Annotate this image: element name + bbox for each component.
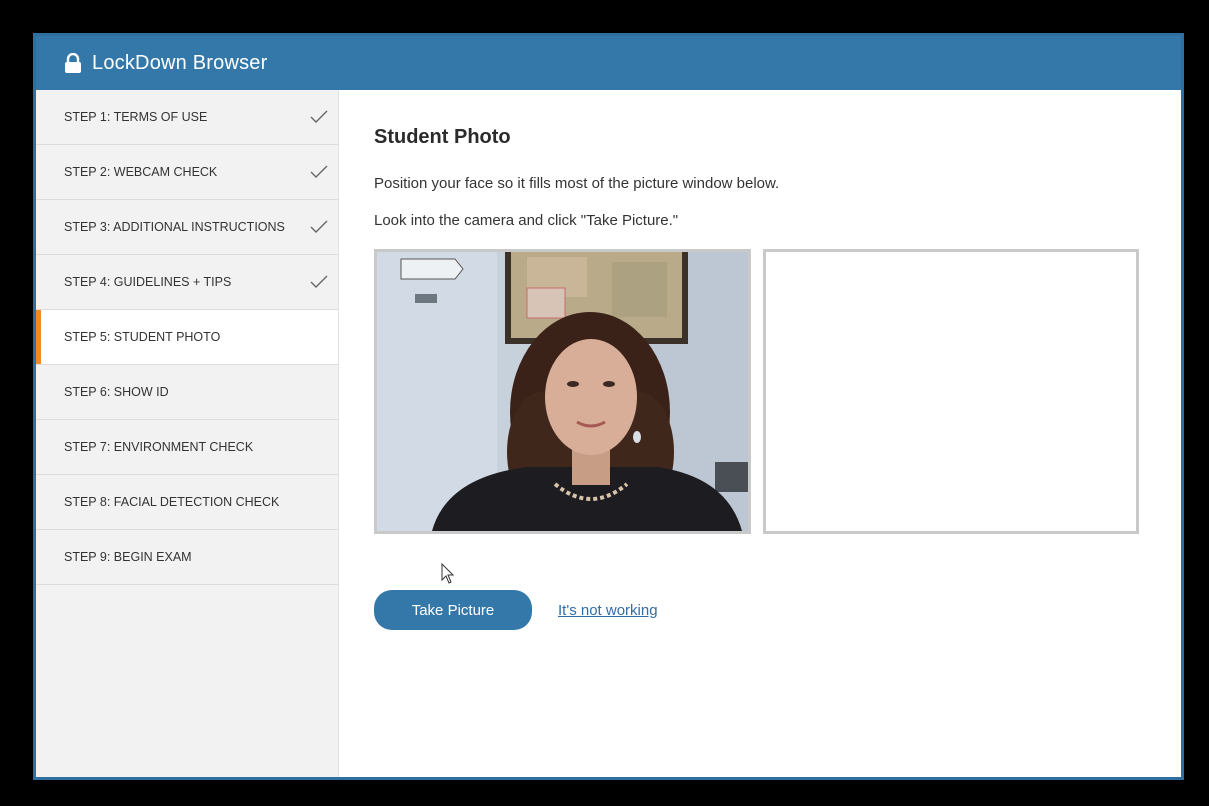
webcam-image bbox=[377, 252, 748, 531]
take-picture-button[interactable]: Take Picture bbox=[374, 590, 532, 630]
app-window: LockDown Browser STEP 1: TERMS OF USE ST… bbox=[33, 33, 1184, 780]
instruction-text-2: Look into the camera and click "Take Pic… bbox=[374, 212, 679, 229]
sidebar-step-3[interactable]: STEP 3: ADDITIONAL INSTRUCTIONS bbox=[36, 200, 338, 255]
step-label: STEP 9: BEGIN EXAM bbox=[64, 550, 192, 564]
checkmark-icon bbox=[310, 110, 328, 123]
step-label: STEP 2: WEBCAM CHECK bbox=[64, 165, 218, 179]
checkmark-icon bbox=[310, 165, 328, 178]
sidebar-step-2[interactable]: STEP 2: WEBCAM CHECK bbox=[36, 145, 338, 200]
content-area: STEP 1: TERMS OF USE STEP 2: WEBCAM CHEC… bbox=[36, 90, 1181, 777]
sidebar-step-8[interactable]: STEP 8: FACIAL DETECTION CHECK bbox=[36, 475, 338, 530]
sidebar-step-7[interactable]: STEP 7: ENVIRONMENT CHECK bbox=[36, 420, 338, 475]
step-label: STEP 3: ADDITIONAL INSTRUCTIONS bbox=[64, 220, 285, 234]
page-title: Student Photo bbox=[374, 126, 511, 148]
sidebar-step-9[interactable]: STEP 9: BEGIN EXAM bbox=[36, 530, 338, 585]
title-bar: LockDown Browser bbox=[36, 36, 1181, 90]
sidebar-step-5[interactable]: STEP 5: STUDENT PHOTO bbox=[36, 310, 338, 365]
not-working-link[interactable]: It's not working bbox=[558, 602, 658, 619]
lock-icon bbox=[65, 53, 81, 73]
photo-area bbox=[374, 249, 1181, 539]
mouse-pointer-icon bbox=[441, 563, 455, 584]
step-label: STEP 6: SHOW ID bbox=[64, 385, 169, 399]
webcam-preview bbox=[374, 249, 751, 534]
step-label: STEP 7: ENVIRONMENT CHECK bbox=[64, 440, 254, 454]
main-panel: Student Photo Position your face so it f… bbox=[339, 90, 1181, 777]
app-title: LockDown Browser bbox=[92, 51, 268, 74]
sidebar-step-1[interactable]: STEP 1: TERMS OF USE bbox=[36, 90, 338, 145]
step-label: STEP 8: FACIAL DETECTION CHECK bbox=[64, 495, 280, 509]
checkmark-icon bbox=[310, 220, 328, 233]
sidebar-step-6[interactable]: STEP 6: SHOW ID bbox=[36, 365, 338, 420]
steps-sidebar: STEP 1: TERMS OF USE STEP 2: WEBCAM CHEC… bbox=[36, 90, 339, 777]
instruction-text-1: Position your face so it fills most of t… bbox=[374, 175, 780, 192]
sidebar-step-4[interactable]: STEP 4: GUIDELINES + TIPS bbox=[36, 255, 338, 310]
step-label: STEP 5: STUDENT PHOTO bbox=[64, 330, 221, 344]
action-bar: Take Picture It's not working bbox=[374, 590, 658, 630]
checkmark-icon bbox=[310, 275, 328, 288]
step-label: STEP 1: TERMS OF USE bbox=[64, 110, 208, 124]
captured-photo-placeholder bbox=[763, 249, 1139, 534]
step-label: STEP 4: GUIDELINES + TIPS bbox=[64, 275, 232, 289]
